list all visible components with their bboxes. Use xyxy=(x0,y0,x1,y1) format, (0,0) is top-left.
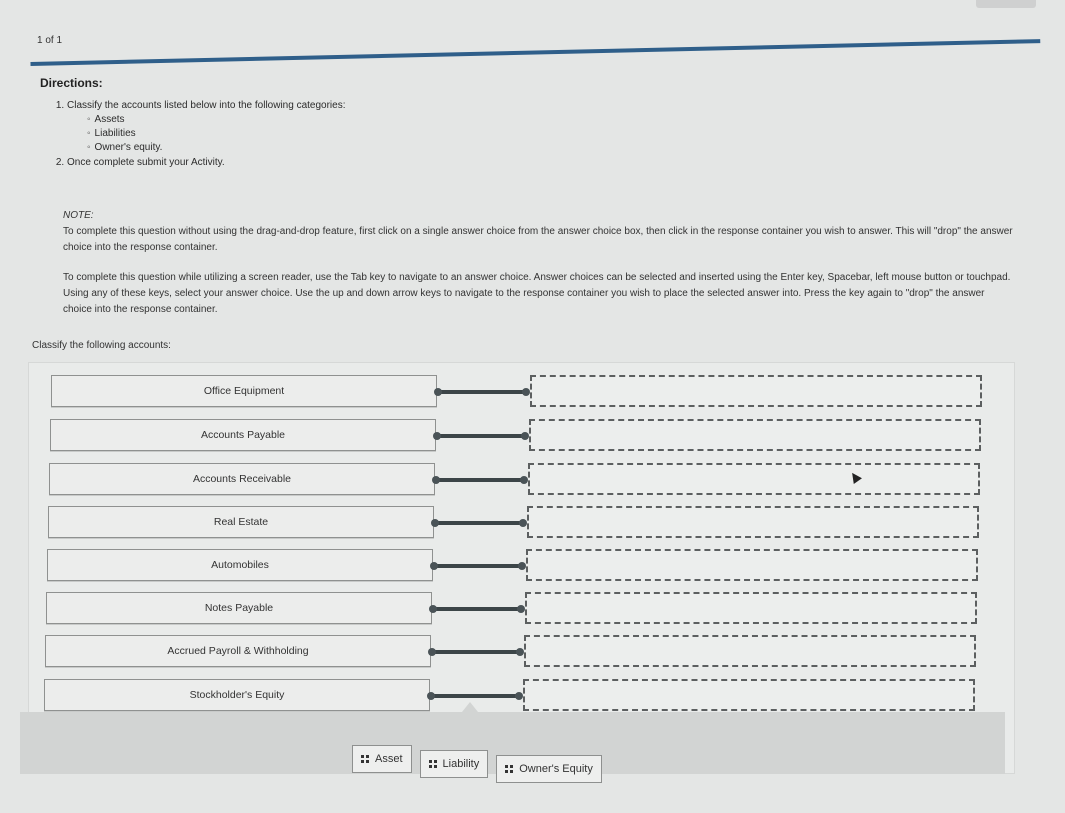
account-item: Accounts Receivable xyxy=(49,463,435,495)
page-indicator: 1 of 1 xyxy=(37,35,63,46)
account-item: Accounts Payable xyxy=(50,419,436,451)
answer-choice-asset[interactable]: Asset xyxy=(352,745,412,773)
answer-choice-label: Liability xyxy=(442,758,480,770)
category-item: Assets xyxy=(87,113,1020,127)
response-container[interactable] xyxy=(524,635,976,667)
response-container[interactable] xyxy=(528,463,980,495)
connector-line xyxy=(428,648,524,656)
header-divider xyxy=(30,39,1041,66)
response-container[interactable] xyxy=(530,375,982,407)
directions-step-2: Once complete submit your Activity. xyxy=(67,155,1020,170)
account-item: Notes Payable xyxy=(46,592,432,624)
directions-step-1: Classify the accounts listed below into … xyxy=(67,98,1020,155)
response-container[interactable] xyxy=(526,549,978,581)
connector-line xyxy=(430,562,526,570)
note-paragraph-click-mode: To complete this question without using … xyxy=(63,226,1013,253)
answer-choices: Asset Liability Owner's Equity xyxy=(352,745,602,783)
answer-choice-liability[interactable]: Liability xyxy=(419,750,489,778)
account-item: Accrued Payroll & Withholding xyxy=(45,635,431,667)
question-prompt: Classify the following accounts: xyxy=(32,340,171,351)
drag-handle-icon xyxy=(428,760,437,768)
directions-steps: Classify the accounts listed below into … xyxy=(40,98,1020,170)
connector-line xyxy=(427,692,523,700)
connector-line xyxy=(434,388,530,396)
directions-title: Directions: xyxy=(40,76,103,90)
note-section: NOTE: To complete this question without … xyxy=(63,208,1013,332)
answer-choice-owners-equity[interactable]: Owner's Equity xyxy=(496,755,602,783)
note-paragraph-screen-reader: To complete this question while utilizin… xyxy=(63,272,1011,315)
connector-line xyxy=(431,519,527,527)
bank-pointer-notch xyxy=(462,702,478,712)
answer-choice-label: Owner's Equity xyxy=(519,763,593,775)
answer-choice-label: Asset xyxy=(375,753,403,765)
account-item: Stockholder's Equity xyxy=(44,679,430,711)
drag-handle-icon xyxy=(505,765,514,773)
account-item: Automobiles xyxy=(47,549,433,581)
response-container[interactable] xyxy=(525,592,977,624)
account-item: Office Equipment xyxy=(51,375,437,407)
drag-handle-icon xyxy=(361,755,369,763)
directions-section: Directions: Classify the accounts listed… xyxy=(40,76,1020,170)
category-item: Owner's equity. xyxy=(87,141,1020,155)
connector-line xyxy=(432,476,528,484)
account-item: Real Estate xyxy=(48,506,434,538)
top-tab xyxy=(976,0,1036,8)
connector-line xyxy=(433,432,529,440)
category-item: Liabilities xyxy=(87,127,1020,141)
category-list: Assets Liabilities Owner's equity. xyxy=(67,113,1020,155)
response-container[interactable] xyxy=(527,506,979,538)
response-container[interactable] xyxy=(529,419,981,451)
connector-line xyxy=(429,605,525,613)
response-container[interactable] xyxy=(523,679,975,711)
directions-step-1-text: Classify the accounts listed below into … xyxy=(67,100,346,111)
note-label: NOTE: xyxy=(63,210,94,221)
